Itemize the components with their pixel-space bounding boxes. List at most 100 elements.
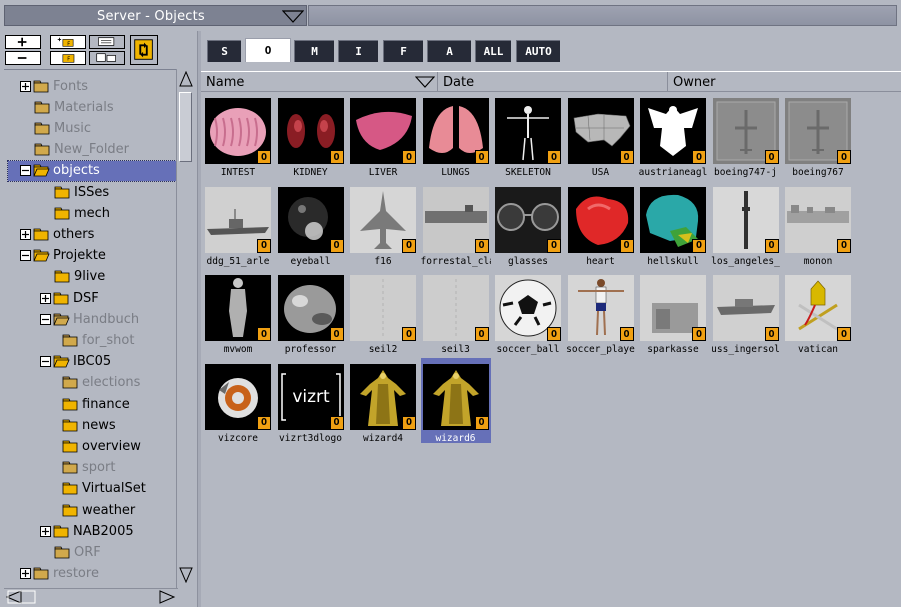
- object-thumbnail[interactable]: Oglasses: [493, 181, 563, 267]
- object-thumbnail[interactable]: Oboeing767: [783, 92, 853, 178]
- collapse-icon[interactable]: [40, 313, 51, 325]
- object-thumbnail[interactable]: Oseil3: [421, 269, 491, 355]
- tree-item-overview[interactable]: overview: [62, 436, 141, 456]
- object-thumbnail[interactable]: O INTEST: [203, 92, 273, 178]
- expand-icon[interactable]: [40, 292, 51, 304]
- object-thumbnail[interactable]: Oboeing747-j: [711, 92, 781, 178]
- tab-auto[interactable]: AUTO: [516, 40, 560, 62]
- tree-item-virtualset[interactable]: VirtualSet: [62, 479, 146, 499]
- folder-icon: [53, 292, 69, 304]
- tree-item-elections[interactable]: elections: [62, 373, 140, 393]
- tab-all[interactable]: ALL: [475, 40, 511, 62]
- object-thumbnail[interactable]: Ovatican: [783, 269, 853, 355]
- object-thumbnail[interactable]: Ouss_ingersol: [711, 269, 781, 355]
- object-thumbnail[interactable]: Oaustrianeagl: [638, 92, 708, 178]
- tree-item-ibc05[interactable]: IBC05: [40, 352, 111, 372]
- tree-item-others[interactable]: others: [20, 224, 94, 244]
- tree-item-label: for_shot: [82, 332, 135, 348]
- list-view-button[interactable]: [89, 35, 125, 49]
- tree-item-music[interactable]: Music: [34, 118, 91, 138]
- scroll-right-arrow-icon[interactable]: [158, 590, 176, 604]
- tab-s[interactable]: S: [207, 40, 241, 62]
- object-thumbnail[interactable]: Osoccer_playe: [566, 269, 636, 355]
- object-thumbnail[interactable]: Owizard6: [420, 357, 491, 444]
- tree-item-mech[interactable]: mech: [54, 203, 110, 223]
- object-thumbnail[interactable]: Olos_angeles_: [711, 181, 781, 267]
- expand-all-button[interactable]: [5, 35, 41, 49]
- collapse-all-button[interactable]: [5, 51, 41, 65]
- tree-item-restore[interactable]: restore: [20, 564, 99, 584]
- expand-icon[interactable]: [40, 525, 51, 537]
- tree-item-label: ISSes: [74, 184, 110, 200]
- expand-icon[interactable]: [20, 568, 31, 580]
- object-thumbnail[interactable]: Ohellskull: [638, 181, 708, 267]
- tree-item-orf[interactable]: ORF: [54, 542, 101, 562]
- expand-icon[interactable]: [20, 80, 31, 92]
- tree-item-nab2005[interactable]: NAB2005: [40, 521, 134, 541]
- object-thumbnail[interactable]: Oforrestal_cla: [421, 181, 491, 267]
- object-thumbnail[interactable]: Oseil2: [348, 269, 418, 355]
- tree-item-materials[interactable]: Materials: [34, 97, 114, 117]
- object-thumbnail[interactable]: O USA: [566, 92, 636, 178]
- object-thumbnail[interactable]: Oheart: [566, 181, 636, 267]
- object-thumbnail[interactable]: vizrt Ovizrt3dlogo: [276, 358, 346, 444]
- tree-item-new_folder[interactable]: New_Folder: [34, 140, 129, 160]
- object-type-badge: O: [692, 327, 706, 341]
- collapse-icon[interactable]: [40, 356, 51, 368]
- object-thumbnail[interactable]: Oddg_51_arle: [203, 181, 273, 267]
- tree-item-isses[interactable]: ISSes: [54, 182, 109, 202]
- tree-item-dsf[interactable]: DSF: [40, 288, 99, 308]
- tab-i[interactable]: I: [338, 40, 378, 62]
- tree-item-weather[interactable]: weather: [62, 500, 135, 520]
- object-thumbnail[interactable]: Oeyeball: [276, 181, 346, 267]
- object-thumbnail[interactable]: O SKELETON: [493, 92, 563, 178]
- object-thumbnail[interactable]: Of16: [348, 181, 418, 267]
- sort-arrow-icon[interactable]: [415, 76, 435, 88]
- dropdown-arrow-icon[interactable]: [282, 10, 304, 23]
- tree-horizontal-scrollbar[interactable]: [4, 588, 178, 605]
- folder-button[interactable]: F: [50, 51, 86, 65]
- object-thumbnail[interactable]: Omonon: [783, 181, 853, 267]
- tree-item-fonts[interactable]: Fonts: [20, 76, 88, 96]
- tree-item-for_shot[interactable]: for_shot: [62, 330, 134, 350]
- object-thumbnail[interactable]: Ovizcore: [203, 358, 273, 444]
- column-date[interactable]: Date: [438, 72, 668, 92]
- tree-scroll-thumb[interactable]: [179, 92, 192, 162]
- collapse-icon[interactable]: [20, 250, 31, 262]
- folder-icon: [33, 228, 49, 241]
- tree-item-projekte[interactable]: Projekte: [20, 246, 106, 266]
- tree-item-sport[interactable]: sport: [62, 458, 115, 478]
- tab-o[interactable]: O: [245, 38, 291, 62]
- tab-f[interactable]: F: [383, 40, 423, 62]
- object-name: KIDNEY: [293, 167, 328, 178]
- new-folder-icon: F: [57, 37, 74, 47]
- scroll-down-arrow-icon[interactable]: [179, 567, 193, 583]
- scroll-up-arrow-icon[interactable]: [179, 71, 193, 87]
- tree-item-objects[interactable]: objects: [7, 159, 177, 182]
- object-thumbnail[interactable]: Osparkasse: [638, 269, 708, 355]
- new-folder-button[interactable]: F: [50, 35, 86, 49]
- object-thumbnail[interactable]: O LIVER: [348, 92, 418, 178]
- object-thumbnail[interactable]: Osoccer_ball: [493, 269, 563, 355]
- tree-item-news[interactable]: news: [62, 415, 116, 435]
- tab-a[interactable]: A: [427, 40, 471, 62]
- object-thumbnail[interactable]: O KIDNEY: [276, 92, 346, 178]
- window-selector[interactable]: Server - Objects: [4, 5, 307, 26]
- object-name: seil2: [368, 344, 398, 355]
- collapse-icon[interactable]: [20, 165, 31, 177]
- tree-item-handbuch[interactable]: Handbuch: [40, 309, 139, 329]
- object-thumbnail[interactable]: Owizard4: [348, 358, 418, 444]
- object-thumbnail[interactable]: Omvwom: [203, 269, 273, 355]
- detail-view-button[interactable]: [89, 51, 125, 65]
- tree-item-label: others: [53, 226, 95, 242]
- object-thumbnail[interactable]: Oprofessor: [276, 269, 346, 355]
- object-thumbnail[interactable]: O LUNGS: [421, 92, 491, 178]
- column-name[interactable]: Name: [201, 72, 438, 92]
- tree-item-9live[interactable]: 9live: [54, 267, 105, 287]
- expand-icon[interactable]: [20, 228, 31, 240]
- scroll-left-arrow-icon[interactable]: [6, 590, 36, 604]
- column-owner[interactable]: Owner: [668, 72, 901, 92]
- tree-item-finance[interactable]: finance: [62, 394, 130, 414]
- tab-m[interactable]: M: [294, 40, 334, 62]
- refresh-button[interactable]: [130, 35, 158, 65]
